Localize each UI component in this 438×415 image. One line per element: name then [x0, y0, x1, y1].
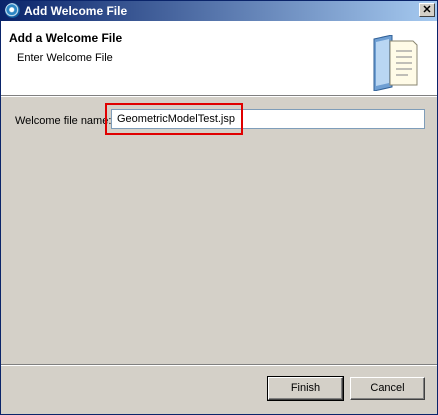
- welcome-file-input[interactable]: [111, 109, 425, 129]
- wizard-description: Enter Welcome File: [17, 52, 113, 64]
- footer-separator: [1, 364, 437, 366]
- welcome-file-label: Welcome file name:: [15, 115, 112, 127]
- app-icon: [5, 3, 20, 18]
- cancel-button[interactable]: Cancel: [350, 377, 425, 400]
- finish-button[interactable]: Finish: [267, 376, 344, 401]
- title-bar[interactable]: Add Welcome File ✕: [1, 1, 437, 21]
- file-document-icon: [373, 35, 418, 91]
- close-button[interactable]: ✕: [419, 3, 435, 17]
- wizard-title: Add a Welcome File: [9, 31, 123, 45]
- header-separator: [1, 96, 437, 97]
- wizard-header: Add a Welcome File Enter Welcome File: [1, 21, 437, 96]
- dialog-window: Add Welcome File ✕ Add a Welcome File En…: [0, 0, 438, 415]
- window-title: Add Welcome File: [24, 4, 128, 18]
